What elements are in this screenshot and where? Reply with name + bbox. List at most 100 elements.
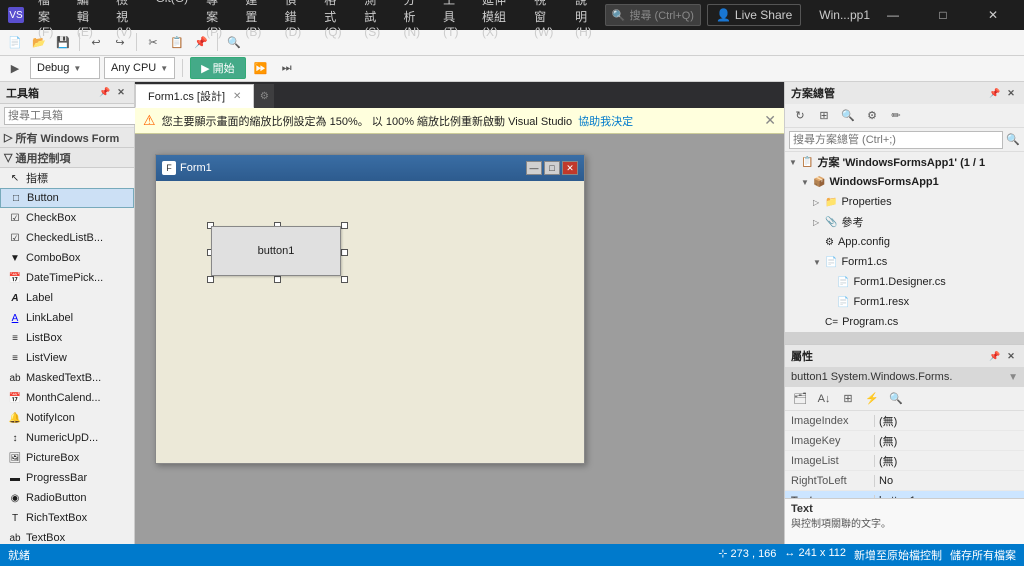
prop-text[interactable]: Text button1 (785, 491, 1024, 498)
handle-br[interactable] (341, 276, 348, 283)
all-forms-section-header[interactable]: ▷ 所有 Windows Form (0, 128, 134, 148)
platform-dropdown[interactable]: Any CPU ▼ (104, 57, 175, 79)
tool-textbox[interactable]: ab TextBox (0, 528, 134, 544)
tree-form1resx[interactable]: 📄 Form1.resx (785, 292, 1024, 312)
tool-radiobutton[interactable]: ◉ RadioButton (0, 488, 134, 508)
tool-richtextbox[interactable]: T RichTextBox (0, 508, 134, 528)
toolbar-undo-btn[interactable]: ↩ (85, 31, 107, 53)
solution-toolbar-sync[interactable]: ↻ (789, 105, 811, 127)
tool-linklabel[interactable]: A LinkLabel (0, 308, 134, 328)
prop-imagekey[interactable]: ImageKey (無) (785, 431, 1024, 451)
debug-config-dropdown[interactable]: Debug ▼ (30, 57, 100, 79)
toolbar-copy-btn[interactable]: 📋 (166, 31, 188, 53)
form-button1[interactable]: button1 (211, 226, 341, 276)
handle-mr[interactable] (341, 249, 348, 256)
toolbar-cut-btn[interactable]: ✂ (142, 31, 164, 53)
properties-pin-btn[interactable]: 📌 (988, 349, 1002, 363)
properties-folder-icon: 📁 (825, 197, 837, 208)
toolbar-redo-btn[interactable]: ↪ (109, 31, 131, 53)
props-alpha-btn[interactable]: A↓ (813, 388, 835, 410)
tree-form1cs[interactable]: ▼ 📄 Form1.cs (785, 252, 1024, 272)
notification-close-btn[interactable]: ✕ (764, 112, 776, 129)
toolbox-scroll-area[interactable]: ▷ 所有 Windows Form ▽ 通用控制項 ↖ 指標 □ Button … (0, 128, 134, 544)
form-body[interactable]: button1 (156, 181, 584, 463)
toolbox-search-input[interactable] (4, 107, 154, 125)
solution-explorer-close-btn[interactable]: ✕ (1004, 86, 1018, 100)
toolbar-open-btn[interactable]: 📂 (28, 31, 50, 53)
status-save-all[interactable]: 儲存所有檔案 (950, 547, 1016, 563)
project-root[interactable]: ▼ 📦 WindowsFormsApp1 (785, 172, 1024, 192)
prop-righttoleft-value[interactable]: No (875, 475, 1024, 487)
tool-datetimepicker[interactable]: 📅 DateTimePick... (0, 268, 134, 288)
toolbar-new-btn[interactable]: 📄 (4, 31, 26, 53)
toolbar-step2-btn[interactable]: ⏭ (276, 57, 298, 79)
tree-programcs[interactable]: C= Program.cs (785, 312, 1024, 332)
form-restore-btn[interactable]: □ (544, 161, 560, 175)
tool-monthcalendar[interactable]: 📅 MonthCalend... (0, 388, 134, 408)
common-controls-section-header[interactable]: ▽ 通用控制項 (0, 148, 134, 168)
notification-action-link[interactable]: 協助我決定 (578, 113, 633, 129)
prop-imagelist[interactable]: ImageList (無) (785, 451, 1024, 471)
tool-combobox[interactable]: ▼ ComboBox (0, 248, 134, 268)
tree-properties[interactable]: ▷ 📁 Properties (785, 192, 1024, 212)
prop-imageindex-value[interactable]: (無) (875, 413, 1024, 429)
toolbar-find-btn[interactable]: 🔍 (223, 31, 245, 53)
solution-toolbar-pen[interactable]: ✏ (885, 105, 907, 127)
start-button[interactable]: ▶ 開始 (190, 57, 245, 79)
solution-search-input[interactable] (789, 131, 1003, 149)
restore-button[interactable]: □ (920, 0, 966, 30)
solution-toolbar-filter[interactable]: 🔍 (837, 105, 859, 127)
handle-bl[interactable] (207, 276, 214, 283)
properties-dropdown-arrow[interactable]: ▼ (1008, 372, 1018, 383)
tool-maskedtextbox[interactable]: ab MaskedTextB... (0, 368, 134, 388)
minimize-button[interactable]: — (870, 0, 916, 30)
form-close-btn[interactable]: ✕ (562, 161, 578, 175)
solution-scrollbar-h[interactable] (785, 332, 1024, 344)
tool-numericupdown[interactable]: ↕ NumericUpD... (0, 428, 134, 448)
toolbar-step-btn[interactable]: ⏩ (250, 57, 272, 79)
tool-notifyicon[interactable]: 🔔 NotifyIcon (0, 408, 134, 428)
props-events-btn[interactable]: ⚡ (861, 388, 883, 410)
prop-imageindex[interactable]: ImageIndex (無) (785, 411, 1024, 431)
handle-bc[interactable] (274, 276, 281, 283)
props-props-btn[interactable]: ⊞ (837, 388, 859, 410)
prop-imagekey-value[interactable]: (無) (875, 433, 1024, 449)
toolbox-close-btn[interactable]: ✕ (114, 86, 128, 100)
tool-pointer[interactable]: ↖ 指標 (0, 168, 134, 188)
props-categorized-btn[interactable]: 🗂 (789, 388, 811, 410)
toolbox-pin-btn[interactable]: 📌 (98, 86, 112, 100)
tab-close-btn[interactable]: ✕ (233, 91, 241, 102)
solution-toolbar-collapse[interactable]: ⊞ (813, 105, 835, 127)
toolbar-attach-btn[interactable]: ▶ (4, 57, 26, 79)
tree-form1designer[interactable]: 📄 Form1.Designer.cs (785, 272, 1024, 292)
tab-form1-design[interactable]: Form1.cs [設計] ✕ (135, 84, 254, 108)
props-search-btn[interactable]: 🔍 (885, 388, 907, 410)
solution-toolbar-more[interactable]: ⚙ (861, 105, 883, 127)
search-box[interactable]: 🔍 搜尋 (Ctrl+Q) (605, 4, 701, 26)
tool-listbox[interactable]: ≡ ListBox (0, 328, 134, 348)
handle-tr[interactable] (341, 222, 348, 229)
solution-root[interactable]: ▼ 📋 方案 'WindowsFormsApp1' (1 / 1 (785, 152, 1024, 172)
properties-object-name: button1 System.Windows.Forms. (791, 371, 952, 383)
tool-button[interactable]: □ Button (0, 188, 134, 208)
tool-label[interactable]: A Label (0, 288, 134, 308)
form-design-area[interactable]: F Form1 — □ ✕ (135, 134, 784, 544)
tool-checkbox[interactable]: ☑ CheckBox (0, 208, 134, 228)
close-button[interactable]: ✕ (970, 0, 1016, 30)
tool-picturebox[interactable]: 🖼 PictureBox (0, 448, 134, 468)
tool-progressbar[interactable]: ▬ ProgressBar (0, 468, 134, 488)
tool-listview[interactable]: ≡ ListView (0, 348, 134, 368)
properties-close-btn[interactable]: ✕ (1004, 349, 1018, 363)
tool-checkedlistbox[interactable]: ☑ CheckedListB... (0, 228, 134, 248)
tree-appconfig[interactable]: ⚙ App.config (785, 232, 1024, 252)
toolbar-save-btn[interactable]: 💾 (52, 31, 74, 53)
live-share-button[interactable]: 👤 Live Share (707, 4, 801, 26)
toolbar-paste-btn[interactable]: 📌 (190, 31, 212, 53)
form-minimize-btn[interactable]: — (526, 161, 542, 175)
prop-imagelist-value[interactable]: (無) (875, 453, 1024, 469)
tab-settings-btn[interactable]: ⚙ (254, 84, 274, 108)
tree-references[interactable]: ▷ 📎 參考 (785, 212, 1024, 232)
prop-righttoleft[interactable]: RightToLeft No (785, 471, 1024, 491)
solution-explorer-pin-btn[interactable]: 📌 (988, 86, 1002, 100)
status-add-source[interactable]: 新增至原始檔控制 (854, 547, 942, 563)
